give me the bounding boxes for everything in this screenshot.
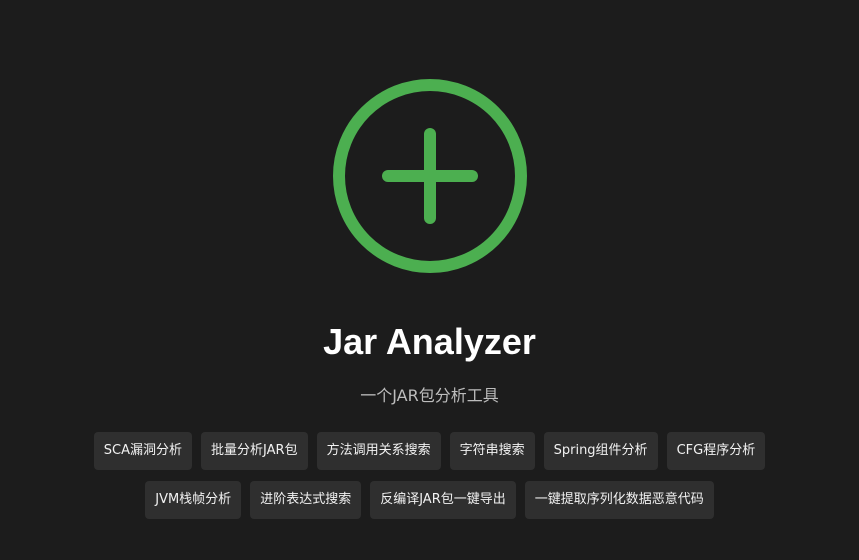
app-logo — [0, 78, 859, 274]
feature-tag-serialization-extract: 一键提取序列化数据恶意代码 — [524, 481, 714, 519]
app-subtitle: 一个JAR包分析工具 — [360, 386, 499, 405]
app-title: Jar Analyzer — [323, 321, 536, 362]
feature-tags-row-1: SCA漏洞分析 批量分析JAR包 方法调用关系搜索 字符串搜索 Spring组件… — [0, 432, 859, 470]
feature-tag-spring: Spring组件分析 — [543, 432, 658, 470]
feature-tags-row-2: JVM栈帧分析 进阶表达式搜索 反编译JAR包一键导出 一键提取序列化数据恶意代… — [0, 481, 859, 519]
plus-circle-icon — [332, 79, 527, 273]
feature-tag-string-search: 字符串搜索 — [449, 432, 535, 470]
feature-tag-cfg: CFG程序分析 — [666, 432, 766, 470]
feature-tag-method-call: 方法调用关系搜索 — [316, 432, 441, 470]
feature-tag-sca: SCA漏洞分析 — [93, 432, 193, 470]
feature-tag-expression-search: 进阶表达式搜索 — [250, 481, 362, 519]
feature-tag-batch-jar: 批量分析JAR包 — [201, 432, 308, 470]
feature-tag-decompile-export: 反编译JAR包一键导出 — [370, 481, 516, 519]
feature-tag-jvm-frame: JVM栈帧分析 — [145, 481, 242, 519]
